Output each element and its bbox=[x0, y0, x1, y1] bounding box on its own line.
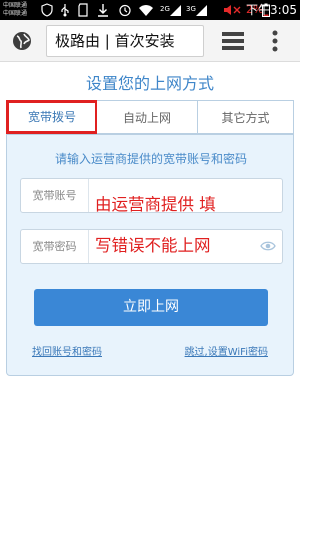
password-label: 宽带密码 bbox=[21, 230, 89, 263]
overflow-menu-icon[interactable] bbox=[272, 30, 278, 52]
carrier-label-2: 中国联通 bbox=[3, 10, 28, 17]
mute-icon bbox=[224, 5, 241, 15]
signal-2g-icon: 2G bbox=[160, 5, 181, 16]
recover-account-link[interactable]: 找回账号和密码 bbox=[32, 343, 102, 358]
globe-icon[interactable] bbox=[12, 31, 32, 51]
tab-dhcp[interactable]: 自动上网 bbox=[97, 100, 198, 134]
annotation-line-1: 由运营商提供 填 bbox=[95, 195, 216, 214]
page-title: 设置您的上网方式 bbox=[85, 74, 214, 93]
connect-button[interactable]: 立即上网 bbox=[34, 289, 268, 326]
clock: 下午3:05 bbox=[246, 3, 297, 17]
wifi-icon bbox=[139, 5, 153, 16]
carrier-label-1: 中国联通 bbox=[3, 2, 28, 9]
tab-other[interactable]: 其它方式 bbox=[198, 100, 294, 134]
usb-icon bbox=[61, 4, 69, 17]
browser-toolbar: 极路由 | 首次安装 bbox=[0, 20, 300, 62]
tab-pppoe[interactable]: 宽带拨号 bbox=[6, 100, 98, 134]
svg-text:3G: 3G bbox=[186, 5, 196, 13]
svg-text:2G: 2G bbox=[160, 5, 170, 13]
address-bar[interactable]: 极路由 | 首次安装 bbox=[46, 25, 204, 57]
signal-3g-icon: 3G bbox=[186, 5, 207, 16]
account-label: 宽带账号 bbox=[21, 179, 89, 212]
sd-card-icon bbox=[78, 3, 88, 17]
form-hint: 请输入运营商提供的宽带账号和密码 bbox=[54, 152, 247, 166]
annotation-line-2: 写错误不能上网 bbox=[95, 236, 211, 255]
eye-icon[interactable] bbox=[260, 240, 276, 252]
alarm-icon bbox=[119, 4, 131, 17]
download-icon bbox=[98, 4, 108, 17]
skip-set-wifi-link[interactable]: 跳过,设置WiFi密码 bbox=[185, 343, 268, 358]
tabs-icon[interactable] bbox=[222, 32, 244, 50]
shield-notification-icon bbox=[41, 3, 53, 17]
status-bar: 中国联通 中国联通 2G 3G 2% 下午3:05 bbox=[0, 0, 300, 20]
